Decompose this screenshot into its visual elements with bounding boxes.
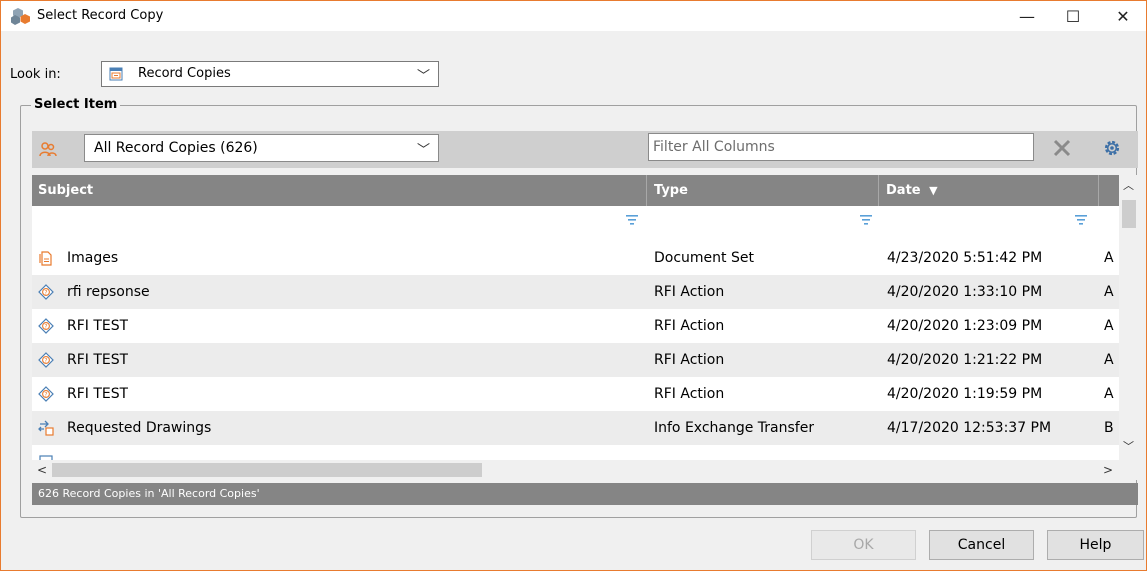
extra-cell: A [1104,352,1114,368]
sort-descending-icon: ▼ [929,184,938,197]
subject-filter-cell[interactable] [34,209,644,231]
scroll-left-icon[interactable]: < [34,460,50,480]
view-dropdown[interactable]: All Record Copies (626) ﹀ [84,134,439,162]
vertical-scrollbar[interactable]: ︿ ﹀ [1119,175,1138,460]
filter-icon[interactable] [1075,215,1087,225]
vertical-scroll-thumb[interactable] [1122,200,1136,228]
subject-cell: RFI TEST [67,318,129,334]
extra-cell: A [1104,318,1114,334]
svg-text:?: ? [44,357,47,364]
subject-cell: Requested Drawings [67,420,212,436]
column-label-date: Date [886,183,921,198]
filter-icon[interactable] [626,215,638,225]
date-cell: 4/20/2020 1:21:22 PM [887,352,1043,368]
look-in-dropdown[interactable]: Record Copies ﹀ [101,61,439,87]
close-button[interactable]: ✕ [1100,1,1146,31]
type-cell: RFI Action [654,284,725,300]
info-exchange-transfer-icon [38,420,54,436]
app-logo-icon [11,8,30,25]
date-cell: 4/20/2020 1:23:09 PM [887,318,1043,334]
record-copies-grid: Subject Type Date ▼ Images Document Set … [32,175,1138,480]
table-row[interactable]: Images Document Set 4/23/2020 5:51:42 PM… [32,241,1119,275]
date-cell: 4/23/2020 5:51:42 PM [887,250,1043,266]
type-cell: Info Exchange Transfer [654,420,815,436]
extra-cell: A [1104,386,1114,402]
column-label-subject: Subject [38,183,94,198]
column-header-extra[interactable] [1100,175,1119,206]
scroll-down-icon[interactable]: ﹀ [1119,437,1138,457]
look-in-value: Record Copies [138,66,231,81]
type-filter-cell[interactable] [650,209,876,231]
window-title: Select Record Copy [37,8,164,23]
chevron-down-icon: ﹀ [416,143,430,158]
minimize-button[interactable]: — [1004,1,1050,31]
date-cell: 4/17/2020 12:53:37 PM [887,420,1052,436]
chevron-down-icon: ﹀ [416,69,430,84]
table-row[interactable]: ? RFI TEST RFI Action 4/20/2020 1:21:22 … [32,343,1119,377]
table-row[interactable]: Requested Drawings Info Exchange Transfe… [32,411,1119,445]
extra-cell: B [1104,420,1114,436]
rfi-icon: ? [38,318,54,334]
maximize-button[interactable]: ☐ [1050,1,1096,31]
table-row[interactable]: ? rfi repsonse RFI Action 4/20/2020 1:33… [32,275,1119,309]
column-label-type: Type [654,183,688,198]
type-cell: RFI Action [654,352,725,368]
extra-cell: A [1104,250,1114,266]
date-cell: 4/20/2020 1:19:59 PM [887,386,1043,402]
subject-cell: rfi repsonse [67,284,150,300]
column-filter-row [32,206,1119,234]
grid-settings-button[interactable] [1096,133,1128,163]
horizontal-scroll-thumb[interactable] [52,463,482,477]
rfi-icon: ? [38,352,54,368]
date-filter-cell[interactable] [882,209,1096,231]
select-item-legend: Select Item [31,97,121,112]
subject-cell: RFI TEST [67,386,129,402]
svg-text:?: ? [44,323,47,330]
grid-header: Subject Type Date ▼ [32,175,1119,206]
svg-text:?: ? [44,289,47,296]
rfi-icon: ? [38,284,54,300]
type-cell: RFI Action [654,318,725,334]
horizontal-scrollbar[interactable]: < > [32,460,1138,480]
type-cell: Document Set [654,250,754,266]
grid-toolbar: All Record Copies (626) ﹀ Filter All Col… [32,131,1138,168]
date-cell: 4/20/2020 1:33:10 PM [887,284,1043,300]
column-divider[interactable] [1098,175,1099,206]
clear-filter-button[interactable] [1046,133,1078,163]
cancel-button[interactable]: Cancel [929,530,1034,560]
type-cell: RFI Action [654,386,725,402]
grid-status-bar: 626 Record Copies in 'All Record Copies' [32,483,1138,505]
column-header-type[interactable]: Type [648,175,878,206]
clear-x-icon [1053,139,1071,157]
scroll-right-icon[interactable]: > [1100,460,1116,480]
dialog-window: Select Record Copy — ☐ ✕ Look in: Record… [0,0,1147,571]
ok-button[interactable]: OK [811,530,916,560]
extra-cell: A [1104,284,1114,300]
rfi-icon: ? [38,386,54,402]
users-icon[interactable] [39,141,57,159]
subject-cell: Images [67,250,119,266]
subject-cell: RFI TEST [67,352,129,368]
filter-all-columns-input[interactable]: Filter All Columns [648,133,1034,161]
help-button[interactable]: Help [1047,530,1144,560]
filter-placeholder: Filter All Columns [653,139,775,155]
document-set-icon [39,251,52,266]
column-header-date[interactable]: Date ▼ [880,175,1098,206]
record-copies-icon [109,67,123,81]
svg-text:?: ? [44,391,47,398]
gear-icon [1104,140,1120,156]
table-row[interactable]: ? RFI TEST RFI Action 4/20/2020 1:23:09 … [32,309,1119,343]
view-value: All Record Copies (626) [94,140,258,156]
column-divider[interactable] [878,175,879,206]
scroll-up-icon[interactable]: ︿ [1119,175,1138,195]
filter-icon[interactable] [860,215,872,225]
column-divider[interactable] [646,175,647,206]
title-bar[interactable]: Select Record Copy — ☐ ✕ [1,1,1146,31]
table-row[interactable]: ? RFI TEST RFI Action 4/20/2020 1:19:59 … [32,377,1119,411]
column-header-subject[interactable]: Subject [32,175,646,206]
look-in-label: Look in: [10,67,61,82]
